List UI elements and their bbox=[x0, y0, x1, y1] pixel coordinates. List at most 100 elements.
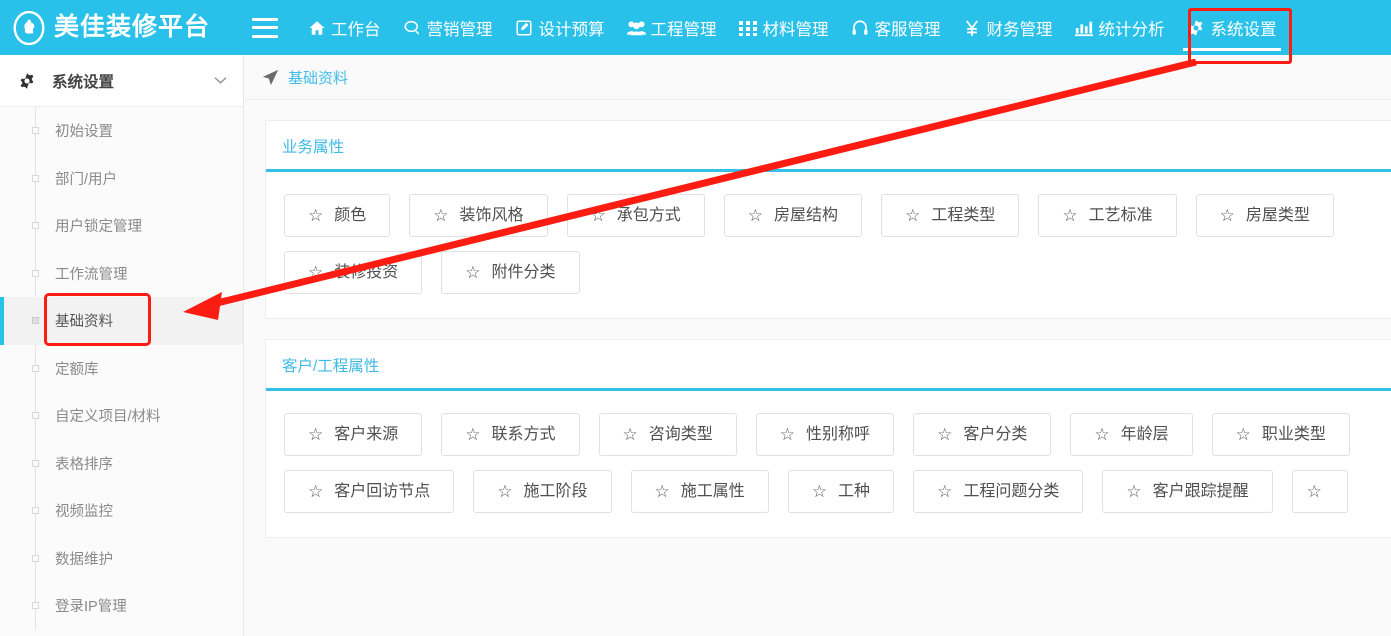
star-icon: ☆ bbox=[465, 426, 480, 443]
attr-button-label: 施工属性 bbox=[681, 484, 745, 500]
bullet-icon bbox=[32, 507, 39, 514]
sidebar-item-basic-data[interactable]: 基础资料 bbox=[0, 297, 243, 345]
attr-button-project-type[interactable]: ☆工程类型 bbox=[881, 194, 1019, 237]
attribute-button-row: ☆客户来源 ☆联系方式 ☆咨询类型 ☆性别称呼 ☆客户分类 ☆年龄层 ☆职业类型 bbox=[284, 413, 1391, 456]
bullet-icon bbox=[32, 175, 39, 182]
attr-button-customer-revisit-node[interactable]: ☆客户回访节点 bbox=[284, 470, 454, 513]
comment-icon bbox=[403, 18, 422, 37]
panel-title: 业务属性 bbox=[282, 139, 344, 156]
star-icon: ☆ bbox=[937, 483, 952, 500]
attr-button-label: 工艺标准 bbox=[1089, 208, 1153, 224]
attr-button-craft-standard[interactable]: ☆ 工艺标准 bbox=[1038, 194, 1176, 237]
attr-button-renovation-investment[interactable]: ☆装修投资 bbox=[284, 251, 422, 294]
attr-button-label: 房屋类型 bbox=[1246, 208, 1310, 224]
sidebar-item-data-maintenance[interactable]: 数据维护 bbox=[0, 535, 243, 583]
attr-button-label: 职业类型 bbox=[1262, 427, 1326, 443]
star-icon: ☆ bbox=[748, 207, 763, 224]
attr-button-age-group[interactable]: ☆ 年龄层 bbox=[1070, 413, 1192, 456]
nav-item-customer-service[interactable]: 客服管理 bbox=[840, 0, 952, 55]
nav-item-statistics[interactable]: 统计分析 bbox=[1064, 0, 1176, 55]
users-group-icon bbox=[627, 18, 646, 37]
nav-item-label: 设计预算 bbox=[539, 16, 605, 40]
attr-button-customer-source[interactable]: ☆ 客户来源 bbox=[284, 413, 422, 456]
attr-button-customer-follow-reminder[interactable]: ☆客户跟踪提醒 bbox=[1102, 470, 1272, 513]
attr-button-contact-method[interactable]: ☆联系方式 bbox=[441, 413, 579, 456]
star-icon: ☆ bbox=[308, 426, 323, 443]
sidebar-item-workflow-management[interactable]: 工作流管理 bbox=[0, 250, 243, 298]
nav-item-label: 材料管理 bbox=[763, 16, 829, 40]
bullet-icon bbox=[32, 460, 39, 467]
attr-button-house-structure[interactable]: ☆房屋结构 bbox=[724, 194, 862, 237]
attr-button-consultation-type[interactable]: ☆咨询类型 bbox=[599, 413, 737, 456]
sidebar-item-video-monitoring[interactable]: 视频监控 bbox=[0, 487, 243, 535]
attr-button-gender-title[interactable]: ☆性别称呼 bbox=[756, 413, 894, 456]
bullet-icon bbox=[32, 127, 39, 134]
attr-button-label: 客户来源 bbox=[334, 427, 398, 443]
nav-item-system-settings[interactable]: 系统设置 bbox=[1176, 0, 1288, 55]
breadcrumb-label: 基础资料 bbox=[288, 67, 348, 88]
attr-button-label: 客户跟踪提醒 bbox=[1153, 484, 1249, 500]
sidebar-item-table-sorting[interactable]: 表格排序 bbox=[0, 440, 243, 488]
star-icon: ☆ bbox=[1094, 426, 1109, 443]
panel-body: ☆客户来源 ☆联系方式 ☆咨询类型 ☆性别称呼 ☆客户分类 ☆年龄层 ☆职业类型… bbox=[266, 391, 1391, 537]
attr-button-project-issue-category[interactable]: ☆工程问题分类 bbox=[913, 470, 1083, 513]
brand-logo-area[interactable]: 美佳装修平台 bbox=[0, 0, 244, 55]
attribute-button-row: ☆客户回访节点 ☆施工阶段 ☆施工属性 ☆工种 ☆工程问题分类 ☆客户跟踪提醒 … bbox=[284, 470, 1391, 513]
sidebar-header-system-settings[interactable]: 系统设置 bbox=[0, 55, 243, 107]
nav-item-workbench[interactable]: 工作台 bbox=[296, 0, 392, 55]
star-icon: ☆ bbox=[937, 426, 952, 443]
sidebar-item-label: 初始设置 bbox=[55, 120, 113, 141]
top-nav-items: 工作台 营销管理 设计预算 工程管理 bbox=[296, 0, 1288, 55]
sidebar-item-label: 定额库 bbox=[55, 358, 99, 379]
sidebar-item-quota-library[interactable]: 定额库 bbox=[0, 345, 243, 393]
star-icon: ☆ bbox=[433, 207, 448, 224]
panel-header: 业务属性 bbox=[266, 121, 1391, 172]
attr-button-house-type[interactable]: ☆房屋类型 bbox=[1196, 194, 1334, 237]
attr-button-label: 咨询类型 bbox=[649, 427, 713, 443]
sidebar-item-label: 数据维护 bbox=[55, 548, 113, 569]
sidebar-item-label: 基础资料 bbox=[55, 310, 113, 331]
nav-item-marketing[interactable]: 营销管理 bbox=[392, 0, 504, 55]
sidebar-item-list: 初始设置 部门/用户 用户锁定管理 工作流管理 基础资料 定额库 自定义项目/材… bbox=[0, 107, 243, 630]
attr-button-construction-attribute[interactable]: ☆施工属性 bbox=[631, 470, 769, 513]
sidebar-item-login-ip-management[interactable]: 登录IP管理 bbox=[0, 582, 243, 630]
sidebar-item-department-user[interactable]: 部门/用户 bbox=[0, 155, 243, 203]
attr-button-contract-method[interactable]: ☆承包方式 bbox=[567, 194, 705, 237]
sidebar-item-label: 自定义项目/材料 bbox=[55, 405, 161, 426]
bullet-icon bbox=[32, 222, 39, 229]
nav-item-project[interactable]: 工程管理 bbox=[616, 0, 728, 55]
star-icon: ☆ bbox=[1062, 207, 1077, 224]
star-icon: ☆ bbox=[591, 207, 606, 224]
bullet-icon bbox=[32, 365, 39, 372]
attr-button-occupation-type[interactable]: ☆ 职业类型 bbox=[1212, 413, 1350, 456]
nav-item-material[interactable]: 材料管理 bbox=[728, 0, 840, 55]
nav-item-label: 工程管理 bbox=[651, 16, 717, 40]
attr-button-customer-category[interactable]: ☆客户分类 bbox=[913, 413, 1051, 456]
star-icon: ☆ bbox=[308, 483, 323, 500]
nav-item-label: 客服管理 bbox=[875, 16, 941, 40]
attr-button-attachment-category[interactable]: ☆ 附件分类 bbox=[441, 251, 579, 294]
sidebar-item-user-lock-management[interactable]: 用户锁定管理 bbox=[0, 202, 243, 250]
nav-item-label: 营销管理 bbox=[427, 16, 493, 40]
hamburger-icon[interactable] bbox=[252, 18, 278, 38]
sidebar: 系统设置 初始设置 部门/用户 用户锁定管理 工作流管理 基础资料 定额库 自定… bbox=[0, 55, 244, 636]
sidebar-item-label: 用户锁定管理 bbox=[55, 215, 142, 236]
attr-button-label: 年龄层 bbox=[1121, 427, 1169, 443]
star-icon: ☆ bbox=[1236, 426, 1251, 443]
attr-button-truncated[interactable]: ☆ bbox=[1292, 470, 1348, 513]
attr-button-color[interactable]: ☆颜色 bbox=[284, 194, 390, 237]
attr-button-label: 附件分类 bbox=[492, 265, 556, 281]
chevron-down-icon[interactable] bbox=[214, 73, 227, 88]
sidebar-item-custom-project-material[interactable]: 自定义项目/材料 bbox=[0, 392, 243, 440]
attr-button-decor-style[interactable]: ☆装饰风格 bbox=[409, 194, 547, 237]
star-icon: ☆ bbox=[905, 207, 920, 224]
app-root: 美佳装修平台 工作台 营销管理 设计预算 bbox=[0, 0, 1391, 636]
attr-button-work-type[interactable]: ☆工种 bbox=[788, 470, 894, 513]
nav-item-design-budget[interactable]: 设计预算 bbox=[504, 0, 616, 55]
panel-customer-project-attributes: 客户/工程属性 ☆客户来源 ☆联系方式 ☆咨询类型 ☆性别称呼 ☆客户分类 ☆年… bbox=[265, 339, 1391, 538]
nav-item-finance[interactable]: 财务管理 bbox=[952, 0, 1064, 55]
attr-button-label: 装修投资 bbox=[334, 265, 398, 281]
sidebar-item-initial-setup[interactable]: 初始设置 bbox=[0, 107, 243, 155]
star-icon: ☆ bbox=[465, 264, 480, 281]
attr-button-construction-stage[interactable]: ☆施工阶段 bbox=[473, 470, 611, 513]
